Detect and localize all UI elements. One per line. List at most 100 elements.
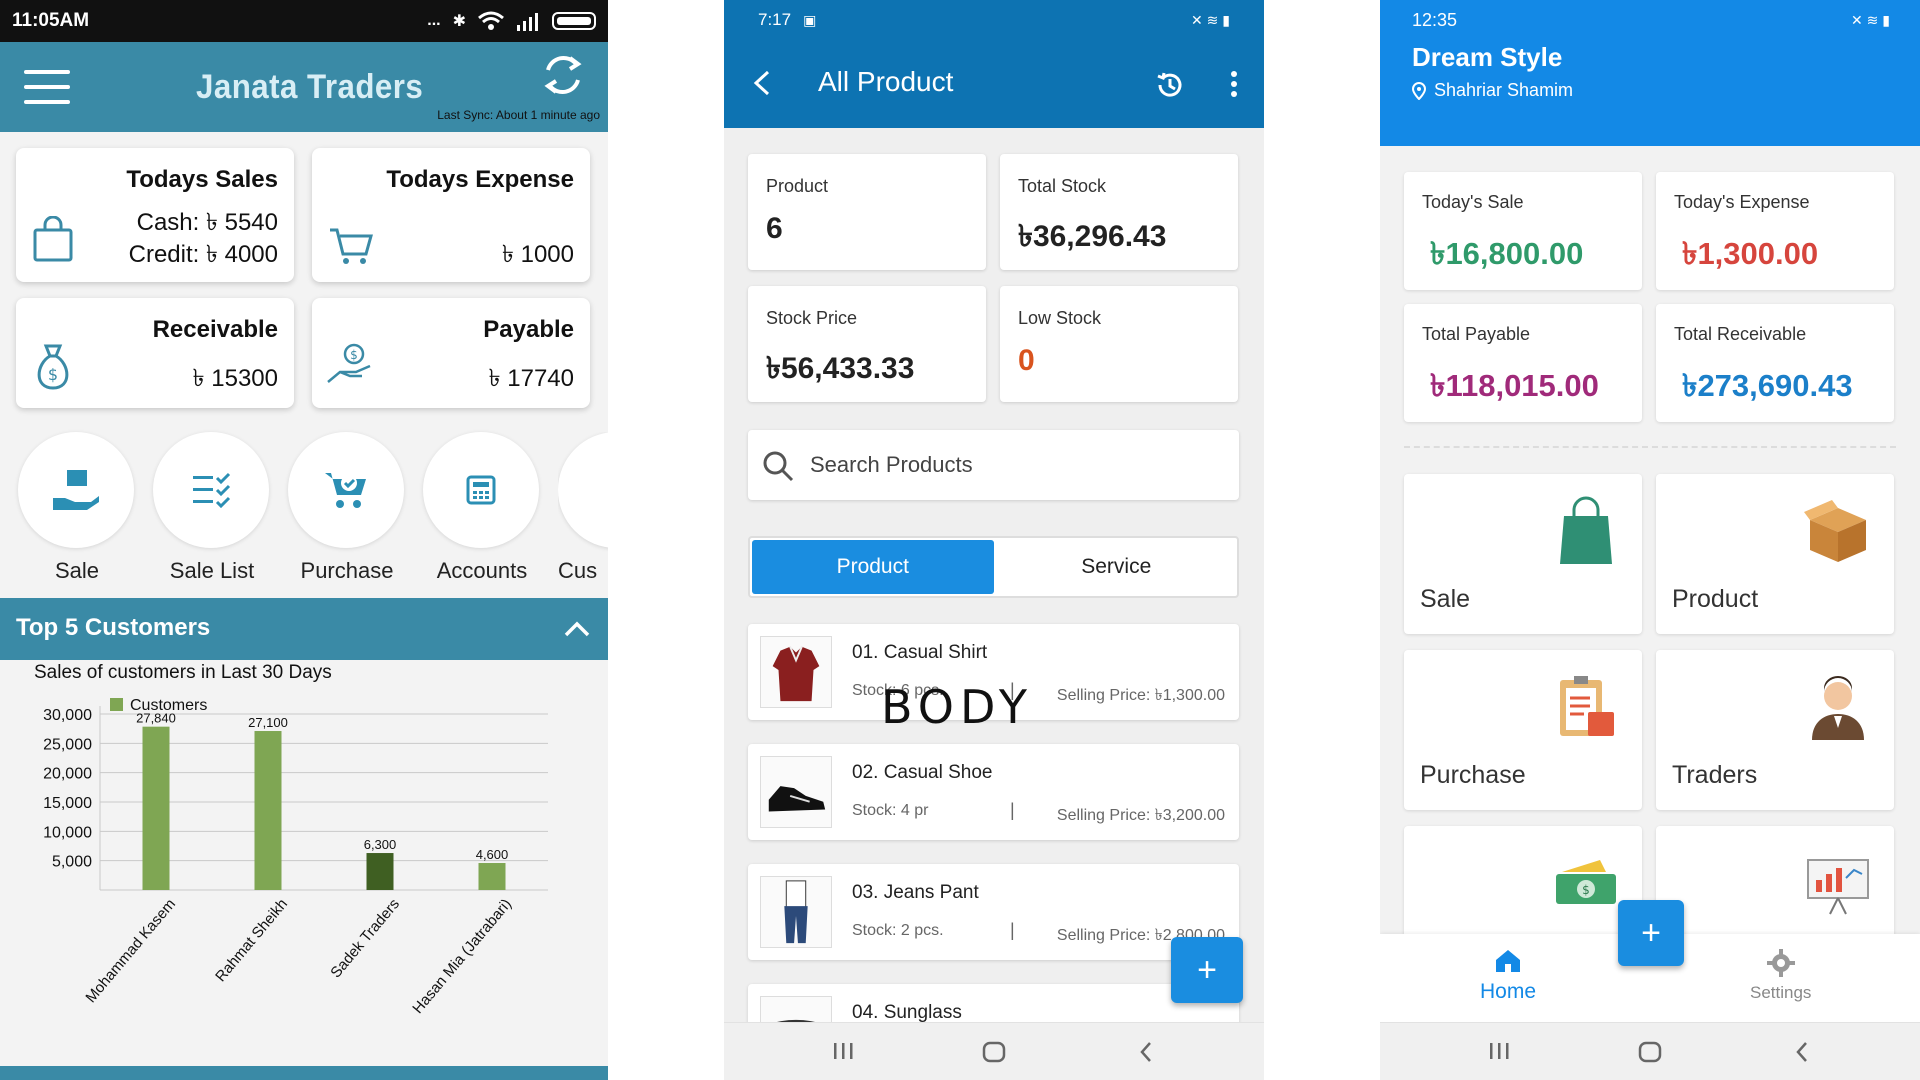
top-customers-chart: 5,000 10,000 15,000 20,000 25,000 30,000 Custo… (0, 690, 608, 1070)
person-icon (1812, 676, 1864, 740)
y-tick-label: 30,000 (43, 707, 92, 724)
quick-action-sale-list[interactable]: Sale List (153, 432, 271, 584)
todays-sales-card[interactable]: Todays Sales Cash: ৳ 5540 Credit: ৳ 4000 (16, 148, 294, 282)
back-arrow-icon[interactable] (750, 70, 776, 96)
image-notification-icon: ▣ (803, 11, 817, 28)
product-price: Selling Price: ৳3,200.00 (1056, 807, 1225, 824)
svg-text:$: $ (350, 348, 358, 362)
receivable-card[interactable]: Receivable ৳ 15300 $ (16, 298, 294, 408)
accounts-circle (423, 432, 539, 548)
history-icon[interactable] (1154, 70, 1184, 100)
product-name: 04. Sunglass (852, 1002, 962, 1023)
top-customers-header[interactable]: Top 5 Customers (0, 598, 608, 660)
stat-product: Product 6 (748, 154, 986, 270)
checklist-icon (193, 472, 231, 508)
section-title: Top 5 Customers (16, 614, 211, 641)
calculator-icon (466, 475, 496, 505)
money-icon: $ (1556, 860, 1616, 904)
product-service-tabs: Product Service (748, 536, 1239, 598)
search-box[interactable]: Search Products (748, 430, 1239, 500)
status-bar: 11:05AM ... ✱ (0, 0, 608, 42)
list-item[interactable]: 03. Jeans Pant Stock: 2 pcs. | Selling P… (748, 864, 1239, 960)
kpi-value: ৳118,015.00 (1430, 368, 1599, 403)
y-tick-label: 25,000 (43, 736, 92, 753)
customer-circle (558, 432, 608, 548)
payable-card[interactable]: Payable ৳ 17740 $ (312, 298, 590, 408)
back-nav-icon[interactable] (1138, 1041, 1154, 1063)
kpi-label: Today's Expense (1674, 192, 1810, 212)
bar (366, 853, 394, 890)
tile-label: Product (1672, 585, 1759, 613)
quick-action-purchase[interactable]: Purchase (288, 432, 406, 584)
receivable-value: ৳ 15300 (192, 365, 278, 392)
stat-total-stock: Total Stock ৳36,296.43 (1000, 154, 1238, 270)
chevron-up-icon[interactable] (562, 614, 592, 644)
product-name: 03. Jeans Pant (852, 882, 979, 903)
stat-label: Total Stock (1018, 176, 1107, 196)
money-bag-icon: $ (37, 344, 69, 390)
shopping-bag-icon (1560, 496, 1612, 564)
add-button[interactable]: + (1618, 900, 1684, 966)
search-placeholder[interactable]: Search Products (810, 452, 973, 478)
quick-action-sale[interactable]: Sale (18, 432, 136, 584)
add-product-button[interactable]: + (1171, 937, 1243, 1003)
svg-text:$: $ (48, 365, 58, 384)
chart-subtitle: Sales of customers in Last 30 Days (34, 662, 332, 683)
kpi-todays-sale: Today's Sale ৳16,800.00 (1404, 172, 1642, 290)
owner-row: Shahriar Shamim (1412, 80, 1573, 101)
legend-swatch (110, 698, 123, 711)
quick-action-label: Sale List (169, 558, 255, 583)
back-nav-icon[interactable] (1794, 1041, 1810, 1063)
expense-value: ৳ 1000 (501, 241, 574, 268)
y-tick-label: 20,000 (43, 766, 92, 783)
recent-apps-icon[interactable] (1488, 1041, 1510, 1061)
todays-expense-card[interactable]: Todays Expense ৳ 1000 (312, 148, 590, 282)
stat-stock-price: Stock Price ৳56,433.33 (748, 286, 986, 402)
x-tick-label: Rahmat Sheikh (212, 896, 291, 985)
hand-coin-icon: $ (327, 343, 371, 383)
menu-icon[interactable] (24, 70, 70, 104)
y-tick-label: 5,000 (52, 854, 92, 871)
nav-home[interactable]: Home (1480, 948, 1536, 1004)
y-tick-label: 15,000 (43, 795, 92, 812)
kpi-label: Total Payable (1422, 324, 1531, 344)
more-dots-icon: ... (427, 12, 441, 29)
sync-icon[interactable] (538, 50, 588, 100)
quick-action-label: Sale (54, 558, 100, 583)
location-pin-icon (1412, 81, 1426, 100)
nav-settings[interactable]: Settings (1750, 948, 1811, 1003)
bluetooth-icon: ✱ (452, 13, 466, 30)
search-icon (763, 451, 794, 482)
tile-traders[interactable]: Traders (1656, 650, 1894, 810)
cart-icon (330, 228, 373, 264)
tab-product[interactable]: Product (752, 540, 994, 594)
x-tick-label: Hasan Mia (Jatrabari) (409, 896, 515, 1017)
kpi-total-payable: Total Payable ৳118,015.00 (1404, 304, 1642, 422)
more-vert-icon[interactable] (1230, 70, 1238, 98)
shopping-bag-icon (33, 216, 73, 262)
phone-janata-traders: 11:05AM ... ✱ Janata Traders Last Sync: … (0, 0, 608, 1080)
status-time: 7:17 (758, 10, 792, 29)
tab-service[interactable]: Service (996, 538, 1238, 596)
kpi-value: ৳273,690.43 (1682, 368, 1853, 403)
kpi-label: Total Receivable (1674, 324, 1807, 344)
phone-dream-style: 12:35 ✕ ≋ ▮ Dream Style Shahriar Shamim … (1380, 0, 1920, 1080)
tile-purchase[interactable]: Purchase (1404, 650, 1642, 810)
bottom-strip (0, 1066, 608, 1080)
tile-sale[interactable]: Sale (1404, 474, 1642, 634)
page-title: All Product (818, 66, 954, 97)
quick-action-accounts[interactable]: Accounts (423, 432, 541, 584)
tile-label: Purchase (1420, 761, 1526, 789)
list-item[interactable]: 02. Casual Shoe Stock: 4 pr | Selling Pr… (748, 744, 1239, 840)
recent-apps-icon[interactable] (832, 1041, 854, 1061)
quick-action-customer[interactable]: Cus (558, 432, 608, 584)
home-nav-icon[interactable] (982, 1041, 1006, 1063)
divider (1404, 446, 1896, 448)
bar (142, 726, 170, 890)
product-name: 01. Casual Shirt (852, 642, 988, 663)
nav-label: Settings (1750, 983, 1812, 1002)
product-thumbnail (760, 636, 832, 708)
product-price: Selling Price: ৳1,300.00 (1056, 687, 1225, 704)
tile-product[interactable]: Product (1656, 474, 1894, 634)
home-nav-icon[interactable] (1638, 1041, 1662, 1063)
